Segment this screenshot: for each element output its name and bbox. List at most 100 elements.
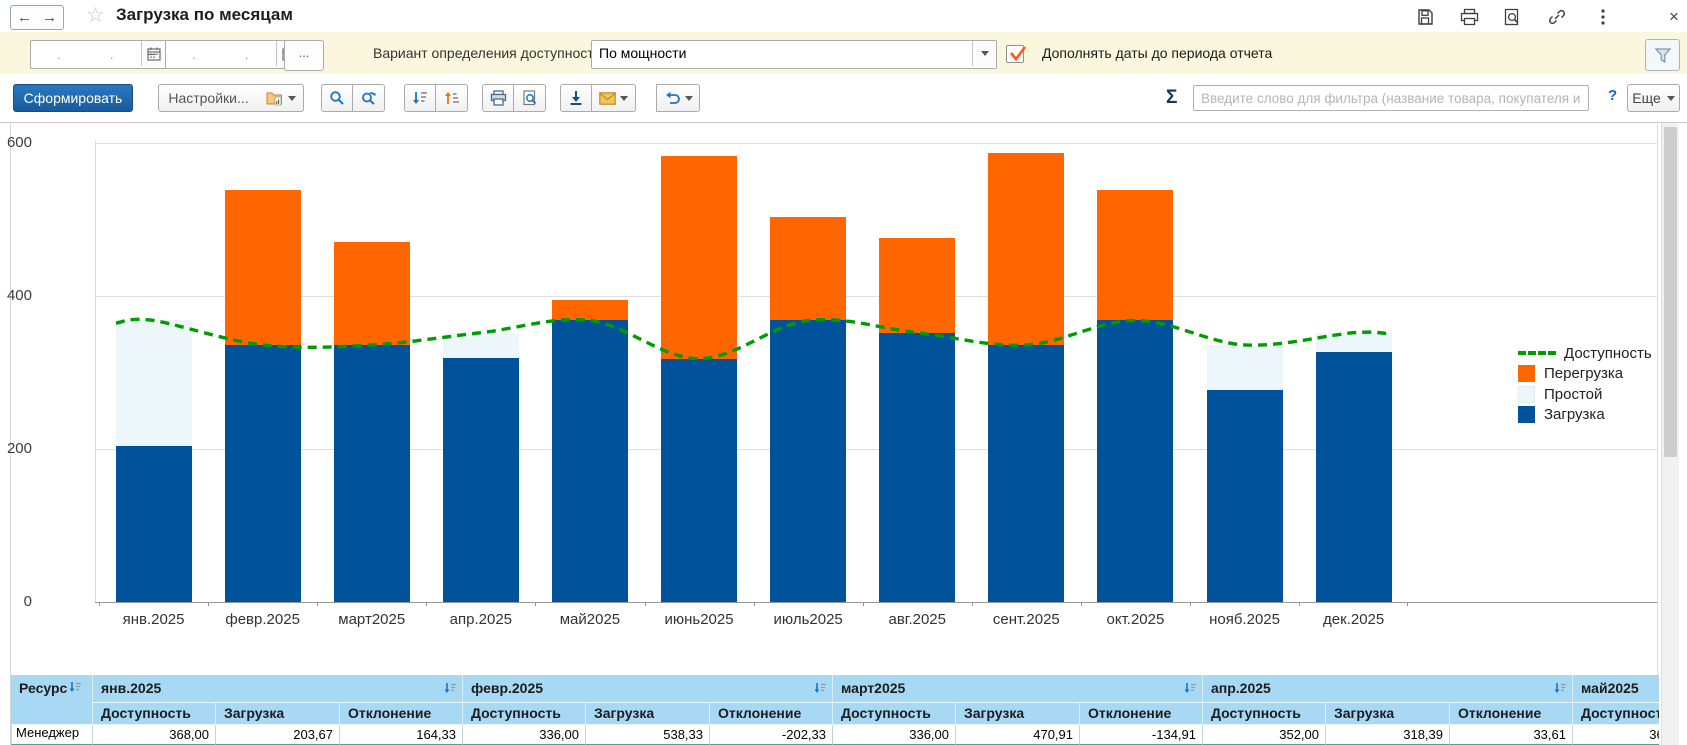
group-header-янв.2025[interactable]: янв.2025 (93, 675, 463, 703)
bar-segment-загрузка-окт.2025[interactable] (1097, 320, 1173, 602)
bar-segment-загрузка-май2025[interactable] (552, 320, 628, 602)
date-from-input[interactable] (31, 41, 141, 68)
group-header-май2025[interactable]: май2025 (1573, 675, 1659, 703)
find-next-icon[interactable] (353, 84, 385, 112)
bar-segment-перегрузка-июль2025[interactable] (770, 217, 846, 320)
bar-segment-простой-нояб.2025[interactable] (1207, 345, 1283, 390)
sub-header-февр.2025-Доступность[interactable]: Доступность (463, 703, 586, 725)
save-icon[interactable] (1414, 6, 1436, 28)
sub-header-март2025-Отклонение[interactable]: Отклонение (1080, 703, 1203, 725)
bar-segment-простой-дек.2025[interactable] (1316, 333, 1392, 352)
bar-segment-загрузка-нояб.2025[interactable] (1207, 390, 1283, 602)
table-cell-value[interactable]: 368,00 (93, 725, 216, 745)
table-cell-value[interactable]: 318,39 (1326, 725, 1450, 745)
column-sort-icon[interactable] (814, 682, 827, 698)
print-icon[interactable] (1458, 6, 1480, 28)
sub-header-апр.2025-Загрузка[interactable]: Загрузка (1326, 703, 1450, 725)
sort-asc-icon[interactable] (436, 84, 468, 112)
sub-header-апр.2025-Доступность[interactable]: Доступность (1203, 703, 1326, 725)
find-icon[interactable] (321, 84, 353, 112)
bar-segment-перегрузка-июнь2025[interactable] (661, 156, 737, 359)
table-cell-value[interactable]: 470,91 (956, 725, 1080, 745)
sub-header-янв.2025-Доступность[interactable]: Доступность (93, 703, 216, 725)
bar-segment-перегрузка-февр.2025[interactable] (225, 190, 301, 345)
bar-segment-загрузка-июль2025[interactable] (770, 320, 846, 602)
availability-option-select[interactable]: По мощности (591, 40, 997, 69)
more-button[interactable]: Еще (1627, 84, 1680, 112)
table-cell-value[interactable]: 368,00 (1573, 725, 1659, 745)
link-icon[interactable] (1546, 6, 1568, 28)
table-cell-value[interactable]: 336,00 (463, 725, 586, 745)
column-sort-icon[interactable] (69, 681, 82, 697)
group-header-март2025[interactable]: март2025 (833, 675, 1203, 703)
table-cell-value[interactable]: 203,67 (216, 725, 340, 745)
back-arrow-icon[interactable]: ← (10, 5, 39, 30)
bar-segment-перегрузка-авг.2025[interactable] (879, 238, 955, 333)
sub-header-март2025-Загрузка[interactable]: Загрузка (956, 703, 1080, 725)
bar-segment-перегрузка-сент.2025[interactable] (988, 153, 1064, 345)
scrollbar-thumb[interactable] (1664, 127, 1677, 457)
bar-segment-простой-янв.2025[interactable] (116, 320, 192, 446)
date-from-field[interactable] (30, 40, 167, 69)
sort-desc-icon[interactable] (404, 84, 436, 112)
send-email-button[interactable] (592, 84, 636, 112)
report-variants-button[interactable] (258, 84, 304, 112)
table-cell-value[interactable]: 33,61 (1450, 725, 1573, 745)
extend-dates-label[interactable]: Дополнять даты до периода отчета (1042, 45, 1272, 61)
search-input[interactable] (1193, 85, 1589, 111)
bar-segment-загрузка-февр.2025[interactable] (225, 345, 301, 602)
column-sort-icon[interactable] (1554, 682, 1567, 698)
forward-arrow-icon[interactable]: → (36, 5, 64, 30)
bar-segment-загрузка-дек.2025[interactable] (1316, 352, 1392, 602)
column-sort-icon[interactable] (1184, 682, 1197, 698)
column-sort-icon[interactable] (444, 682, 457, 698)
sub-header-янв.2025-Отклонение[interactable]: Отклонение (340, 703, 463, 725)
chevron-down-icon[interactable] (972, 41, 996, 66)
legend-item-простой[interactable]: Простой (1518, 384, 1602, 404)
bar-segment-перегрузка-окт.2025[interactable] (1097, 190, 1173, 321)
bar-segment-перегрузка-май2025[interactable] (552, 300, 628, 321)
bar-segment-загрузка-авг.2025[interactable] (879, 333, 955, 602)
bar-segment-простой-апр.2025[interactable] (443, 333, 519, 359)
legend-item-перегрузка[interactable]: Перегрузка (1518, 364, 1623, 384)
date-to-input[interactable] (166, 41, 276, 68)
printer-icon[interactable] (482, 84, 514, 112)
close-icon[interactable]: × (1663, 6, 1685, 28)
date-to-field[interactable] (165, 40, 302, 69)
preview-icon[interactable] (514, 84, 546, 112)
table-cell-value[interactable]: -202,33 (710, 725, 833, 745)
sub-header-янв.2025-Загрузка[interactable]: Загрузка (216, 703, 340, 725)
legend-item-доступность[interactable]: Доступность (1518, 343, 1652, 363)
table-cell-value[interactable]: 538,33 (586, 725, 710, 745)
table-cell-value[interactable]: 352,00 (1203, 725, 1326, 745)
download-icon[interactable] (560, 84, 592, 112)
choose-period-button[interactable]: ... (284, 40, 324, 71)
favorite-star-icon[interactable]: ☆ (86, 3, 105, 28)
group-header-апр.2025[interactable]: апр.2025 (1203, 675, 1573, 703)
print-preview-icon[interactable] (1501, 6, 1523, 28)
vertical-scrollbar[interactable] (1661, 123, 1679, 745)
filter-funnel-icon[interactable] (1645, 39, 1680, 71)
column-header-resource[interactable]: Ресурс (11, 675, 93, 725)
settings-button[interactable]: Настройки... (158, 84, 259, 112)
more-vertical-icon[interactable] (1592, 6, 1614, 28)
sub-header-февр.2025-Загрузка[interactable]: Загрузка (586, 703, 710, 725)
bar-segment-загрузка-янв.2025[interactable] (116, 446, 192, 602)
legend-item-загрузка[interactable]: Загрузка (1518, 405, 1605, 425)
sub-header-март2025-Доступность[interactable]: Доступность (833, 703, 956, 725)
bar-segment-загрузка-апр.2025[interactable] (443, 358, 519, 602)
sub-header-февр.2025-Отклонение[interactable]: Отклонение (710, 703, 833, 725)
undo-icon[interactable] (656, 84, 700, 112)
sub-header-май2025-Доступность[interactable]: Доступность (1573, 703, 1659, 725)
table-cell-value[interactable]: 336,00 (833, 725, 956, 745)
extend-dates-checkbox[interactable] (1006, 45, 1024, 63)
table-cell-resource[interactable]: Менеджер (11, 725, 93, 745)
sum-sigma-icon[interactable]: Σ (1166, 87, 1177, 109)
table-cell-value[interactable]: -134,91 (1080, 725, 1203, 745)
bar-segment-перегрузка-март2025[interactable] (334, 242, 410, 345)
help-icon[interactable]: ? (1608, 87, 1617, 104)
bar-segment-загрузка-июнь2025[interactable] (661, 359, 737, 602)
group-header-февр.2025[interactable]: февр.2025 (463, 675, 833, 703)
table-cell-value[interactable]: 164,33 (340, 725, 463, 745)
sub-header-апр.2025-Отклонение[interactable]: Отклонение (1450, 703, 1573, 725)
